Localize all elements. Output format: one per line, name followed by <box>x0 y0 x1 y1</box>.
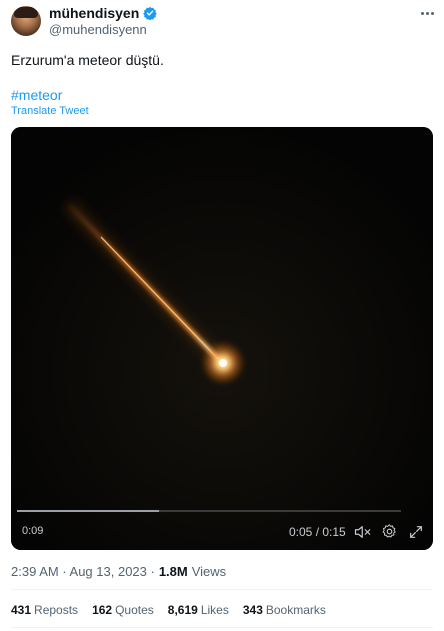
stat-quotes[interactable]: 162 Quotes <box>92 603 154 617</box>
stat-count: 431 <box>11 603 32 617</box>
engagement-stats: 431 Reposts 162 Quotes 8,619 Likes 343 B… <box>11 603 326 617</box>
video-player[interactable]: 0:09 0:05 / 0:15 <box>11 127 433 550</box>
stat-reposts[interactable]: 431 Reposts <box>11 603 78 617</box>
tweet-meta: 2:39 AM · Aug 13, 2023 · 1.8M Views <box>11 564 226 579</box>
stat-label: Reposts <box>34 603 79 617</box>
stat-count: 162 <box>92 603 113 617</box>
stat-likes[interactable]: 8,619 Likes <box>168 603 229 617</box>
video-progress-fill <box>17 510 160 512</box>
author-handle[interactable]: @muhendisyenn <box>49 22 147 37</box>
divider <box>11 589 433 590</box>
verified-badge-icon <box>143 6 158 20</box>
avatar-hair <box>14 7 38 18</box>
stat-label: Bookmarks <box>265 603 326 617</box>
video-remaining-time: 0:09 <box>22 525 44 537</box>
settings-gear-icon[interactable] <box>381 523 398 540</box>
views-count: 1.8M <box>158 564 188 579</box>
translate-tweet-link[interactable]: Translate Tweet <box>11 105 89 117</box>
fullscreen-icon[interactable] <box>408 524 424 540</box>
divider <box>11 627 433 628</box>
video-time-readout: 0:05 / 0:15 <box>289 525 346 539</box>
avatar[interactable] <box>11 6 41 36</box>
stat-count: 8,619 <box>167 603 198 617</box>
author-display-name[interactable]: mühendisyen <box>49 5 139 21</box>
tweet-text: Erzurum'a meteor düştü. <box>11 52 164 68</box>
video-progress-bar[interactable] <box>17 510 401 512</box>
meteor-video-frame <box>11 127 433 550</box>
views-label: Views <box>191 564 227 579</box>
tweet-timestamp[interactable]: 2:39 AM · Aug 13, 2023 · <box>11 564 155 579</box>
stat-count: 343 <box>242 603 263 617</box>
hashtag-link[interactable]: #meteor <box>11 87 62 103</box>
more-options-icon[interactable] <box>417 8 437 18</box>
author-name-row[interactable]: mühendisyen <box>49 5 158 21</box>
stat-label: Quotes <box>115 603 154 617</box>
tweet-card: mühendisyen @muhendisyenn Erzurum'a mete… <box>0 0 444 631</box>
mute-icon[interactable] <box>354 524 372 540</box>
stat-bookmarks[interactable]: 343 Bookmarks <box>243 603 326 617</box>
stat-label: Likes <box>200 603 229 617</box>
